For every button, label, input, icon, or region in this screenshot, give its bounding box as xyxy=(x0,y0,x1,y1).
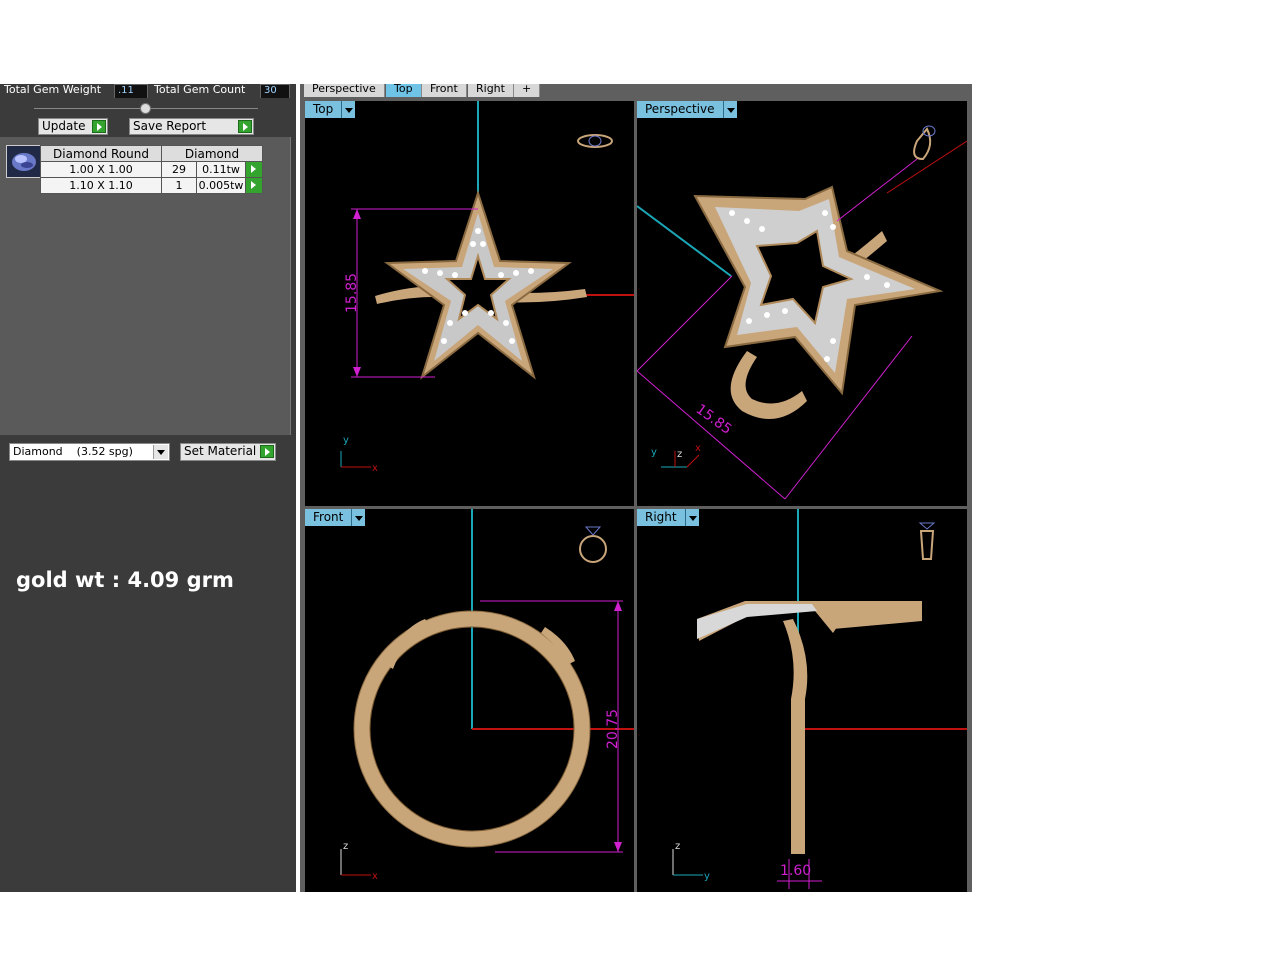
save-report-label: Save Report xyxy=(133,119,207,133)
right-viewport[interactable]: 1.60 z y Right xyxy=(637,509,967,892)
axis-x-label: x xyxy=(372,871,378,882)
gem-header-material: Diamond xyxy=(161,145,263,162)
gem-header-shape: Diamond Round xyxy=(40,145,162,162)
ring-thumbnail-icon xyxy=(577,134,613,148)
slider-thumb[interactable] xyxy=(140,103,151,114)
save-report-button[interactable]: Save Report xyxy=(129,118,254,135)
viewport-area: Perspective Top Front Right + 15.85 y x … xyxy=(300,84,972,892)
axis-x-label: x xyxy=(695,443,701,454)
go-arrow-icon xyxy=(238,120,252,133)
chevron-down-icon[interactable] xyxy=(341,101,356,118)
viewport-label-perspective[interactable]: Perspective xyxy=(637,101,737,118)
go-arrow-icon xyxy=(92,120,106,133)
viewport-label-text: Top xyxy=(313,102,334,116)
chevron-down-icon[interactable] xyxy=(153,445,168,459)
viewport-label-front[interactable]: Front xyxy=(305,509,366,526)
gem-size: 1.10 X 1.10 xyxy=(40,177,162,194)
gem-list: Diamond Round Diamond 1.00 X 1.00 29 0.1… xyxy=(0,137,291,435)
axis-y-label: y xyxy=(651,447,657,458)
gold-weight-note: gold wt : 4.09 grm xyxy=(16,568,234,592)
tab-perspective[interactable]: Perspective xyxy=(304,84,385,97)
chevron-down-icon[interactable] xyxy=(722,101,737,118)
gem-report-panel: Total Gem Weight .11 Total Gem Count 30 … xyxy=(0,84,296,892)
perspective-dimension: 15.85 xyxy=(693,401,735,438)
axis-z-label: z xyxy=(675,841,680,852)
axis-x-label: x xyxy=(372,463,378,474)
gem-size: 1.00 X 1.00 xyxy=(40,161,162,178)
viewport-label-text: Right xyxy=(645,510,677,524)
material-select-value: Diamond (3.52 spg) xyxy=(13,445,133,458)
update-button[interactable]: Update xyxy=(38,118,108,135)
gem-count: 29 xyxy=(161,161,197,178)
viewport-label-top[interactable]: Top xyxy=(305,101,356,118)
ring-thumbnail-icon xyxy=(918,522,936,560)
diamond-gem-icon xyxy=(6,145,42,178)
chevron-down-icon[interactable] xyxy=(684,509,699,526)
gem-row[interactable]: 1.10 X 1.10 1 0.005tw xyxy=(40,177,263,194)
chevron-down-icon[interactable] xyxy=(351,509,366,526)
gem-row[interactable]: 1.00 X 1.00 29 0.11tw xyxy=(40,161,263,178)
tab-right[interactable]: Right xyxy=(468,84,514,97)
perspective-viewport[interactable]: 15.85 y z x Perspective xyxy=(637,101,967,506)
ring-thumbnail-icon xyxy=(579,526,607,563)
total-gem-weight-value: .11 xyxy=(114,84,148,98)
gem-row-go-button[interactable] xyxy=(245,177,263,194)
tab-front[interactable]: Front xyxy=(422,84,467,97)
gem-table: Diamond Round Diamond 1.00 X 1.00 29 0.1… xyxy=(40,145,263,194)
viewport-label-text: Perspective xyxy=(645,102,715,116)
update-label: Update xyxy=(42,119,86,133)
axis-y-label: y xyxy=(343,435,349,446)
ring-thumbnail-icon xyxy=(913,125,936,161)
gem-weight: 0.11tw xyxy=(196,161,246,178)
viewport-label-right[interactable]: Right xyxy=(637,509,699,526)
total-gem-weight-label: Total Gem Weight xyxy=(4,84,102,96)
axis-y-label: y xyxy=(704,871,710,882)
tab-top[interactable]: Top xyxy=(386,84,422,97)
set-material-button[interactable]: Set Material xyxy=(180,443,276,461)
front-dimension: 20.75 xyxy=(605,709,621,749)
right-dimension: 1.60 xyxy=(780,863,811,879)
gem-row-go-button[interactable] xyxy=(245,161,263,178)
top-viewport[interactable]: 15.85 y x Top xyxy=(305,101,634,506)
axis-z-label: z xyxy=(343,841,348,852)
set-material-label: Set Material xyxy=(184,444,257,458)
go-arrow-icon xyxy=(260,445,274,458)
gem-count: 1 xyxy=(161,177,197,194)
material-select[interactable]: Diamond (3.52 spg) xyxy=(9,443,170,461)
view-tabs: Perspective Top Front Right + xyxy=(304,84,964,98)
axis-z-label: z xyxy=(677,449,682,460)
gem-stats-bar: Total Gem Weight .11 Total Gem Count 30 xyxy=(0,84,296,98)
front-viewport[interactable]: 20.75 z x Front xyxy=(305,509,634,892)
total-gem-count-value: 30 xyxy=(260,84,290,98)
gem-weight: 0.005tw xyxy=(196,177,246,194)
viewport-label-text: Front xyxy=(313,510,344,524)
top-dimension: 15.85 xyxy=(344,273,360,313)
total-gem-count-label: Total Gem Count xyxy=(154,84,246,96)
tab-add[interactable]: + xyxy=(514,84,541,97)
